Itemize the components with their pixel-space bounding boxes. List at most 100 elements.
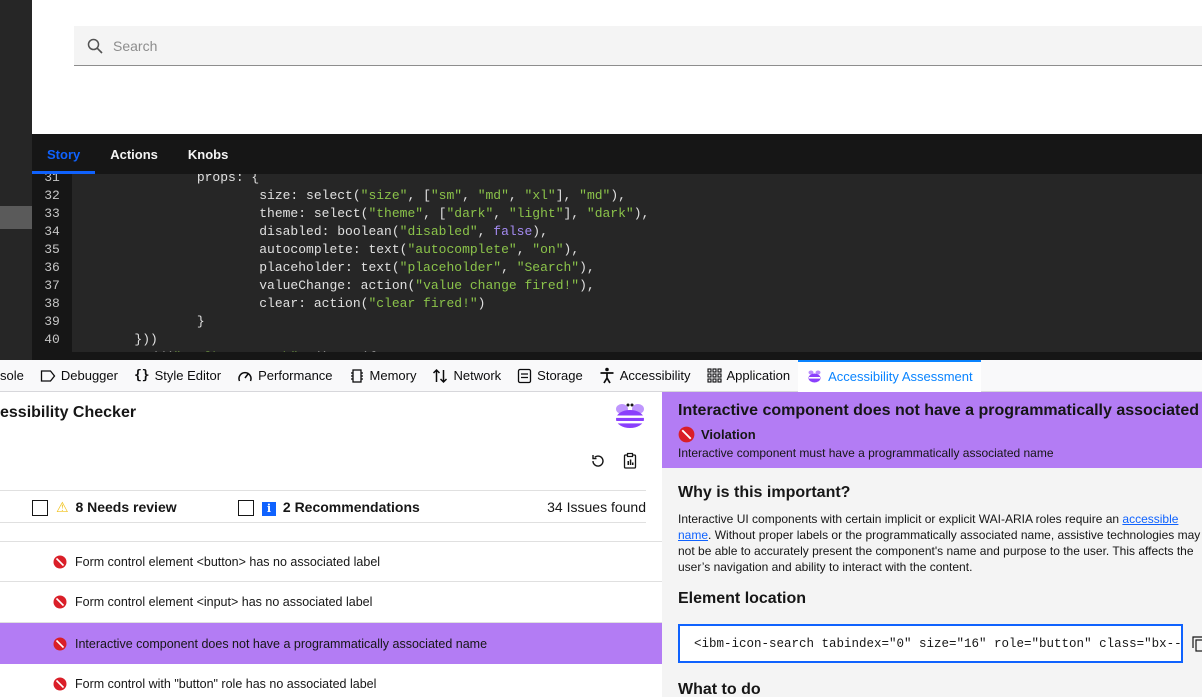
tab-knobs[interactable]: Knobs xyxy=(173,134,243,174)
tool-application[interactable]: Application xyxy=(699,360,799,392)
copy-icon[interactable] xyxy=(1192,636,1202,652)
sidebar-selected-item[interactable] xyxy=(0,206,32,229)
filter-row: ⚠ 8 Needs review i 2 Recommendations 34 … xyxy=(0,490,646,523)
tool-accessibility-assessment[interactable]: Accessibility Assessment xyxy=(798,359,981,392)
code-text: theme: select("theme", ["dark", "light"]… xyxy=(72,205,650,221)
issue-row[interactable]: Form control with "button" role has no a… xyxy=(0,664,662,697)
story-preview: Search xyxy=(32,0,1202,134)
line-number: 34 xyxy=(44,223,60,239)
tool-style-editor[interactable]: {} Style Editor xyxy=(126,360,229,392)
tool-accessibility-assessment-label: Accessibility Assessment xyxy=(828,369,973,384)
issue-detail-header: Interactive component does not have a pr… xyxy=(662,392,1202,468)
issue-text: Form control with "button" role has no a… xyxy=(75,677,377,691)
bee-icon xyxy=(808,370,821,383)
issue-text: Interactive component does not have a pr… xyxy=(75,636,488,651)
code-text: autocomplete: text("autocomplete", "on")… xyxy=(72,241,580,257)
element-location-heading: Element location xyxy=(678,590,807,607)
reset-icon[interactable] xyxy=(589,452,607,470)
report-clipboard-icon[interactable] xyxy=(621,452,639,470)
recommendations-label: 2 Recommendations xyxy=(282,499,420,515)
code-line: 34 disabled: boolean("disabled", false), xyxy=(32,222,548,240)
search-placeholder: Search xyxy=(113,37,158,54)
violation-icon xyxy=(53,677,67,691)
needs-review-filter: ⚠ 8 Needs review xyxy=(56,499,177,516)
code-line: 37 valueChange: action("value change fir… xyxy=(32,276,595,294)
code-text: } xyxy=(72,313,205,329)
violation-icon xyxy=(53,595,67,609)
needs-review-checkbox[interactable] xyxy=(32,500,48,516)
severity-row: Violation xyxy=(678,426,756,443)
tool-debugger[interactable]: Debugger xyxy=(32,360,126,392)
braces-icon: {} xyxy=(133,368,150,383)
line-number: 33 xyxy=(44,205,60,221)
tool-console-label: sole xyxy=(0,368,24,383)
why-line2: . Without proper labels or the programma… xyxy=(708,528,1201,542)
screen: Search Story Actions Knobs 31 props: {32… xyxy=(0,0,1202,697)
issue-detail-subtitle: Interactive component must have a progra… xyxy=(678,446,1054,460)
issue-row[interactable]: Form control element <input> has no asso… xyxy=(0,582,662,623)
tool-application-label: Application xyxy=(726,368,791,383)
code-text: disabled: boolean("disabled", false), xyxy=(72,223,548,239)
code-line: 33 theme: select("theme", ["dark", "ligh… xyxy=(32,204,649,222)
tool-style-editor-label: Style Editor xyxy=(154,368,222,383)
violation-icon xyxy=(53,637,67,650)
code-text: })) xyxy=(72,331,158,347)
tab-actions[interactable]: Actions xyxy=(95,134,173,174)
tool-accessibility[interactable]: Accessibility xyxy=(591,360,699,392)
tab-story[interactable]: Story xyxy=(32,134,96,174)
code-viewer[interactable]: 31 props: {32 size: select("size", ["sm"… xyxy=(32,174,1202,352)
why-line1: Interactive UI components with certain i… xyxy=(678,512,1123,526)
tool-network-label: Network xyxy=(453,368,502,383)
code-line: 35 autocomplete: text("autocomplete", "o… xyxy=(32,240,579,258)
accessible-name-link-cont[interactable]: name xyxy=(678,528,708,542)
search-input[interactable]: Search xyxy=(74,26,1202,66)
line-number: 37 xyxy=(44,277,60,293)
what-to-do-heading: What to do xyxy=(678,681,761,697)
debugger-icon xyxy=(40,369,56,382)
storybook-sidebar xyxy=(0,0,32,360)
code-line: 38 clear: action("clear fired!") xyxy=(32,294,485,312)
info-icon: i xyxy=(262,502,276,516)
violation-icon xyxy=(53,555,67,568)
code-text: clear: action("clear fired!") xyxy=(72,295,486,311)
accessible-name-link[interactable]: accessible xyxy=(1122,512,1178,526)
issue-detail-panel: Interactive component does not have a pr… xyxy=(662,392,1202,697)
issue-row[interactable]: Form control element <button> has no ass… xyxy=(0,541,662,582)
issue-text: Form control element <input> has no asso… xyxy=(75,595,373,609)
code-line: 36 placeholder: text("placeholder", "Sea… xyxy=(32,258,595,276)
code-line: 40 })) xyxy=(32,330,158,348)
search-icon xyxy=(87,38,103,54)
recommendations-checkbox[interactable] xyxy=(238,500,254,516)
code-text: placeholder: text("placeholder", "Search… xyxy=(72,259,595,275)
line-number: 32 xyxy=(44,187,60,203)
line-number: 39 xyxy=(44,313,60,329)
tool-network[interactable]: Network xyxy=(424,360,509,392)
checker-title: essibility Checker xyxy=(0,404,137,421)
tool-accessibility-label: Accessibility xyxy=(619,368,691,383)
code-text: valueChange: action("value change fired!… xyxy=(72,277,595,293)
line-number: 35 xyxy=(44,241,60,257)
devtools-toolbar: sole Debugger {} Style Editor Performanc… xyxy=(0,359,1202,392)
code-line: 32 size: select("size", ["sm", "md", "xl… xyxy=(32,186,626,204)
needs-review-label: 8 Needs review xyxy=(75,499,177,515)
line-number: 36 xyxy=(44,259,60,275)
tool-performance-label: Performance xyxy=(258,368,333,383)
tool-storage[interactable]: Storage xyxy=(509,360,591,392)
issue-row-selected[interactable]: Interactive component does not have a pr… xyxy=(0,623,662,664)
story-tab-bar: Story Actions Knobs xyxy=(32,134,1202,174)
tool-performance[interactable]: Performance xyxy=(229,360,340,392)
accessibility-person-icon xyxy=(600,367,614,384)
code-line: 39 } xyxy=(32,312,205,330)
element-location-code[interactable]: <ibm-icon-search tabindex="0" size="16" … xyxy=(678,624,1183,663)
checker-panel: essibility Checker ⚠ 8 Needs review i 2 … xyxy=(0,392,662,697)
network-arrows-icon xyxy=(433,368,448,383)
tool-memory[interactable]: Memory xyxy=(341,360,425,392)
tool-console[interactable]: sole xyxy=(0,360,32,392)
line-number: 40 xyxy=(44,331,60,347)
why-text: Interactive UI components with certain i… xyxy=(678,511,1202,575)
why-line3: not be able to accurately present the co… xyxy=(678,544,1194,558)
storage-icon xyxy=(518,368,532,383)
issues-count: 34 Issues found xyxy=(547,499,646,515)
chip-icon xyxy=(350,368,363,383)
issue-detail-title: Interactive component does not have a pr… xyxy=(678,402,1202,419)
